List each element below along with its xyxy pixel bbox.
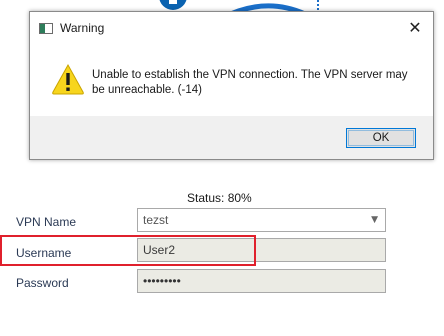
app-icon [39,23,53,34]
dialog-title: Warning [60,21,105,35]
password-label: Password [16,276,69,290]
dialog-footer: OK [30,116,433,159]
status-text: Status: 80% [187,191,252,205]
username-highlight-box [0,235,256,266]
dropdown-arrow-icon: ▼ [371,215,378,225]
password-masked-value: ••••••••• [143,274,181,288]
dialog-message: Unable to establish the VPN connection. … [92,69,408,96]
ok-button[interactable]: OK [346,128,416,148]
close-button[interactable]: ✕ [403,18,427,38]
dialog-titlebar[interactable]: Warning ✕ [30,12,433,44]
vpn-name-value: tezst [143,213,169,227]
warning-dialog: Warning ✕ Unable to establish the VPN co… [29,11,434,160]
vpn-name-select[interactable]: tezst ▼ [137,208,386,232]
vpn-name-label: VPN Name [16,215,77,229]
password-field[interactable]: ••••••••• [137,269,386,293]
warning-icon [52,63,84,95]
